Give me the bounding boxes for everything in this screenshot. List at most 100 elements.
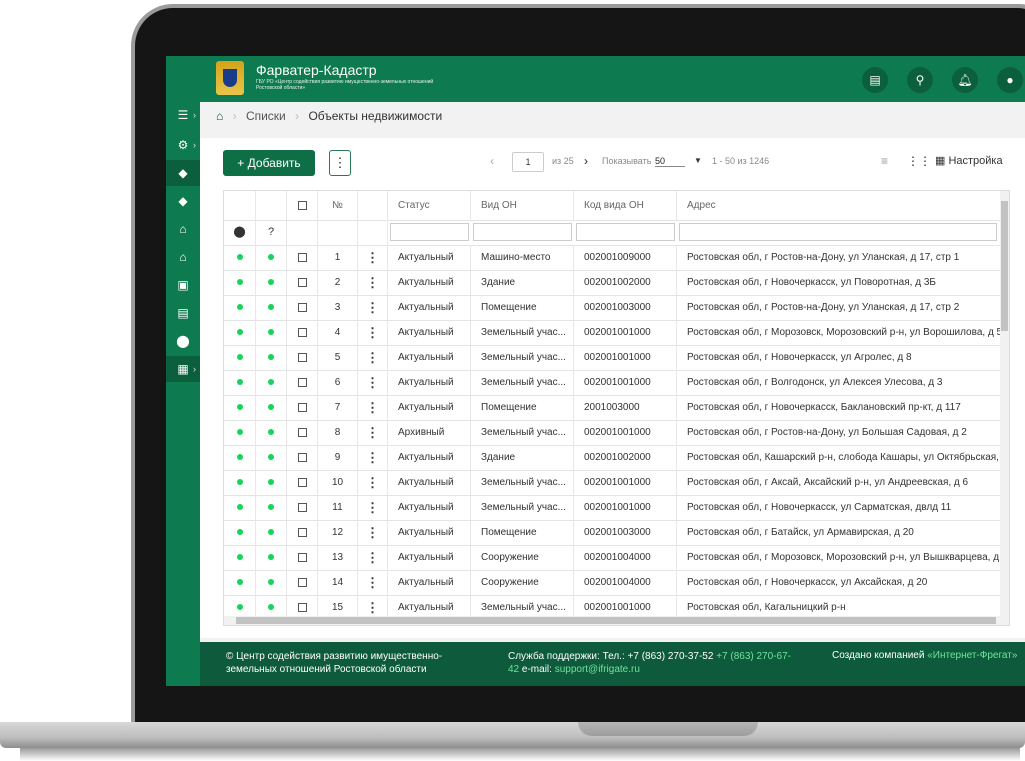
header-number[interactable]: № <box>318 191 358 220</box>
caret-down-icon[interactable]: ▼ <box>694 156 702 165</box>
row-checkbox[interactable] <box>297 602 307 612</box>
table-row[interactable]: 11 ⋮ Актуальный Земельный учас... 0020010010… <box>224 495 1009 521</box>
company-link[interactable]: «Интернет-Фрегат» <box>927 650 1017 661</box>
horizontal-scrollbar[interactable] <box>224 616 1000 625</box>
prev-page-icon[interactable]: ‹ <box>490 154 494 168</box>
next-page-icon[interactable]: › <box>584 154 588 168</box>
row-checkbox[interactable] <box>297 252 307 262</box>
home-icon[interactable]: ⌂ <box>216 109 223 123</box>
header-status[interactable]: Статус <box>388 191 471 220</box>
row-menu-icon[interactable]: ⋮ <box>366 300 379 315</box>
row-kind: Сооружение <box>471 545 574 570</box>
sidebar-item-home-search[interactable]: ⌂ <box>166 216 200 242</box>
status-filter-input[interactable] <box>390 223 469 241</box>
row-menu-icon[interactable]: ⋮ <box>366 275 379 290</box>
table-row[interactable]: 3 ⋮ Актуальный Помещение 002001003000 Ростовс… <box>224 295 1009 321</box>
row-status: Актуальный <box>388 370 471 395</box>
row-checkbox[interactable] <box>297 327 307 337</box>
row-checkbox[interactable] <box>297 302 307 312</box>
sidebar-item-documents[interactable]: ▤ <box>166 300 200 326</box>
table-row[interactable]: 8 ⋮ Архивный Земельный учас... 002001001000 Р… <box>224 420 1009 446</box>
header-kind[interactable]: Вид ОН <box>471 191 574 220</box>
table-row[interactable]: 14 ⋮ Актуальный Сооружение 002001004000 Росто… <box>224 570 1009 596</box>
status-dot <box>268 554 274 560</box>
sidebar-item-home-value[interactable]: ⌂ <box>166 244 200 270</box>
row-code: 002001003000 <box>574 295 677 320</box>
search-icon[interactable]: ⚲ <box>907 67 933 93</box>
code-filter-input[interactable] <box>576 223 675 241</box>
table-row[interactable]: 9 ⋮ Актуальный Здание 002001002000 Ростовская… <box>224 445 1009 471</box>
row-menu-icon[interactable]: ⋮ <box>366 400 379 415</box>
table-row[interactable]: 4 ⋮ Актуальный Земельный учас... 00200100100… <box>224 320 1009 346</box>
row-menu-icon[interactable]: ⋮ <box>366 350 379 365</box>
row-checkbox[interactable] <box>297 477 307 487</box>
row-menu-icon[interactable]: ⋮ <box>366 475 379 490</box>
bell-icon[interactable]: 🔔︎ <box>952 67 978 93</box>
vertical-scrollbar[interactable] <box>1000 191 1009 625</box>
status-dot <box>236 254 243 260</box>
address-filter-input[interactable] <box>679 223 997 241</box>
breadcrumb-lists[interactable]: Списки <box>246 109 286 123</box>
select-all-checkbox[interactable] <box>287 191 318 220</box>
row-checkbox[interactable] <box>297 527 307 537</box>
table-row[interactable]: 6 ⋮ Актуальный Земельный учас... 00200100100… <box>224 370 1009 396</box>
table-row[interactable]: 1 ⋮ Актуальный Машино-место 002001009000 Рост… <box>224 245 1009 271</box>
row-kind: Сооружение <box>471 570 574 595</box>
table-row[interactable]: 7 ⋮ Актуальный Помещение 2001003000 Ростовска… <box>224 395 1009 421</box>
row-menu-icon[interactable]: ⋮ <box>366 450 379 465</box>
sidebar-item-lists[interactable]: ▦ › <box>166 356 200 382</box>
table-settings-label: Настройка <box>948 155 1003 167</box>
row-checkbox[interactable] <box>297 452 307 462</box>
row-menu-icon[interactable]: ⋮ <box>366 600 379 615</box>
chevron-right-icon: › <box>193 110 196 120</box>
row-menu-cell: ⋮ <box>358 370 388 395</box>
table-row[interactable]: 2 ⋮ Актуальный Здание 002001002000 Ростовская… <box>224 270 1009 296</box>
more-options-button[interactable]: ⋮ <box>329 150 351 176</box>
table-settings-button[interactable]: ▦ Настройка <box>935 154 1003 167</box>
horizontal-scroll-thumb[interactable] <box>236 617 996 624</box>
sidebar-item-contacts[interactable]: ▣ <box>166 272 200 298</box>
row-checkbox[interactable] <box>297 352 307 362</box>
header-code[interactable]: Код вида ОН <box>574 191 677 220</box>
row-checkbox[interactable] <box>297 502 307 512</box>
status-dot <box>236 404 243 410</box>
sidebar-item-settings[interactable]: ⚙ › <box>166 132 200 158</box>
row-checkbox[interactable] <box>297 427 307 437</box>
account-icon[interactable]: ● <box>997 67 1023 93</box>
row-checkbox[interactable] <box>297 277 307 287</box>
row-menu-icon[interactable]: ⋮ <box>366 550 379 565</box>
row-menu-icon[interactable]: ⋮ <box>366 575 379 590</box>
row-menu-icon[interactable]: ⋮ <box>366 325 379 340</box>
status-dot-cell <box>224 570 256 595</box>
list-view-icon[interactable]: ≡ <box>881 154 888 168</box>
row-checkbox[interactable] <box>297 552 307 562</box>
row-checkbox[interactable] <box>297 402 307 412</box>
table-row[interactable]: 10 ⋮ Актуальный Земельный учас... 0020010010… <box>224 470 1009 496</box>
sidebar-item-map[interactable]: ⬤ <box>166 328 200 354</box>
grid-view-icon[interactable]: ⋮⋮ <box>907 154 931 168</box>
table-row[interactable]: 13 ⋮ Актуальный Сооружение 002001004000 Росто… <box>224 545 1009 571</box>
kind-filter-input[interactable] <box>473 223 572 241</box>
add-button[interactable]: + Добавить <box>223 150 315 176</box>
page-input[interactable]: 1 <box>512 152 544 172</box>
sidebar-item-objects[interactable]: ◆ <box>166 160 200 186</box>
row-checkbox[interactable] <box>297 577 307 587</box>
row-menu-icon[interactable]: ⋮ <box>366 500 379 515</box>
status-dot <box>236 279 243 285</box>
header-address[interactable]: Адрес <box>677 191 1000 220</box>
row-menu-icon[interactable]: ⋮ <box>366 375 379 390</box>
table-row[interactable]: 5 ⋮ Актуальный Земельный учас... 00200100100… <box>224 345 1009 371</box>
coat-of-arms-logo[interactable] <box>216 61 244 95</box>
row-menu-icon[interactable]: ⋮ <box>366 525 379 540</box>
row-menu-icon[interactable]: ⋮ <box>366 250 379 265</box>
row-checkbox[interactable] <box>297 377 307 387</box>
row-number: 8 <box>318 420 358 445</box>
page-size-select[interactable]: 50 <box>655 156 685 167</box>
row-menu-icon[interactable]: ⋮ <box>366 425 379 440</box>
sidebar-item-objects-2[interactable]: ◆ <box>166 188 200 214</box>
vertical-scroll-thumb[interactable] <box>1001 201 1008 331</box>
list-icon[interactable]: ▤ <box>862 67 888 93</box>
table-row[interactable]: 12 ⋮ Актуальный Помещение 002001003000 Ростов… <box>224 520 1009 546</box>
sidebar-item-filters[interactable]: ☰ › <box>166 102 200 128</box>
support-email-link[interactable]: support@ifrigate.ru <box>555 664 640 675</box>
